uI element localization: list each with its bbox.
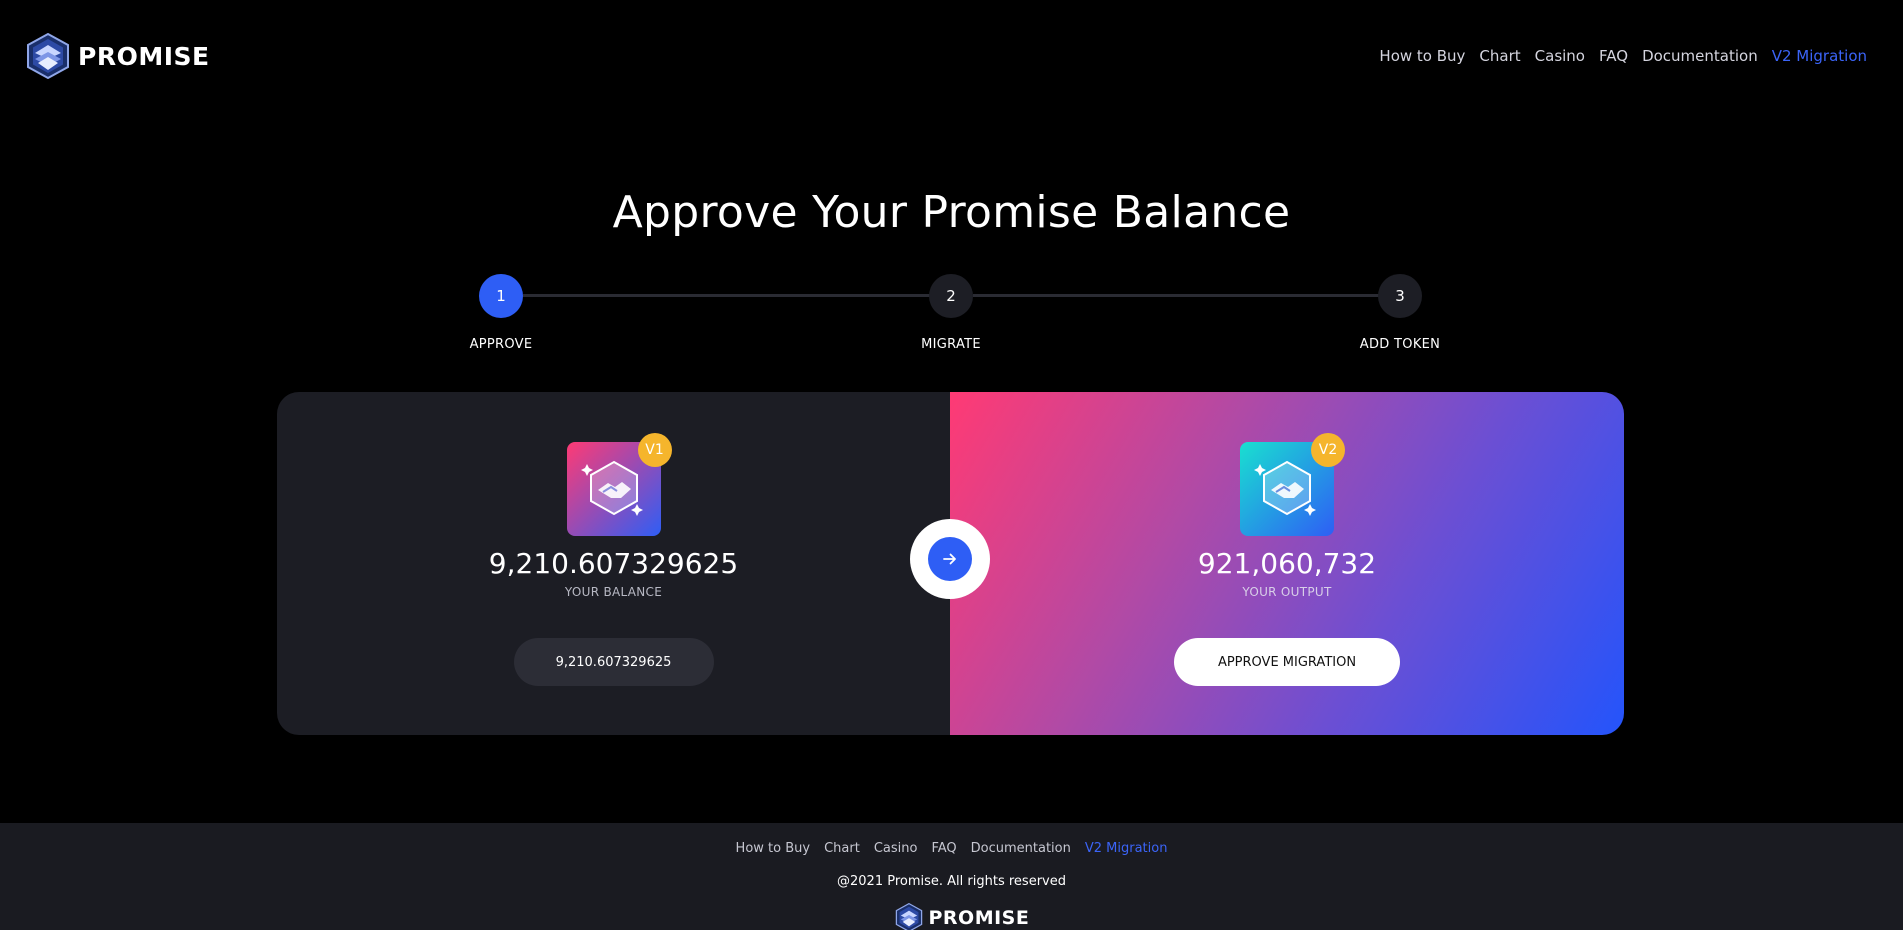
v1-token: V1 9,210.607329625 YOUR BALANCE 9,210.60…: [277, 392, 950, 735]
arrow-right-icon: [928, 537, 972, 581]
promise-logo-icon: [895, 903, 922, 930]
v1-balance-field: 9,210.607329625: [513, 638, 714, 686]
v1-balance-amount: 9,210.607329625: [488, 547, 739, 580]
brand-logo[interactable]: PROMISE: [26, 33, 210, 79]
v2-token-tile: V2: [1240, 433, 1345, 536]
nav-documentation[interactable]: Documentation: [1642, 47, 1758, 65]
footer-nav: How to Buy Chart Casino FAQ Documentatio…: [0, 841, 1903, 856]
step-number: 3: [1378, 274, 1422, 318]
footer-nav-documentation[interactable]: Documentation: [971, 841, 1071, 856]
step-label: APPROVE: [469, 337, 533, 352]
step-connector: [523, 294, 935, 297]
footer: How to Buy Chart Casino FAQ Documentatio…: [0, 823, 1903, 930]
step-label: MIGRATE: [921, 337, 981, 352]
step-add-token: 3 ADD TOKEN: [1330, 274, 1470, 352]
migration-arrow: [910, 519, 990, 599]
version-badge: V1: [637, 433, 672, 467]
step-connector: [973, 294, 1379, 297]
v2-output-label: YOUR OUTPUT: [1242, 585, 1332, 599]
step-number: 2: [929, 274, 973, 318]
page-title: Approve Your Promise Balance: [612, 187, 1291, 238]
v1-panel: V1 9,210.607329625 YOUR BALANCE 9,210.60…: [277, 392, 950, 735]
footer-nav-how-to-buy[interactable]: How to Buy: [736, 841, 811, 856]
step-label: ADD TOKEN: [1359, 337, 1441, 352]
copyright-text: @2021 Promise. All rights reserved: [837, 874, 1066, 889]
nav-faq[interactable]: FAQ: [1599, 47, 1628, 65]
promise-logo-icon: [27, 33, 69, 79]
step-approve: 1 APPROVE: [431, 274, 571, 352]
nav-how-to-buy[interactable]: How to Buy: [1379, 47, 1465, 65]
footer-nav-v2-migration[interactable]: V2 Migration: [1085, 841, 1168, 856]
handshake-token-icon: [1254, 460, 1316, 516]
footer-brand-name: PROMISE: [928, 906, 1030, 929]
handshake-token-icon: [580, 460, 643, 516]
footer-nav-casino[interactable]: Casino: [874, 841, 918, 856]
footer-nav-chart[interactable]: Chart: [824, 841, 860, 856]
migration-stepper: 1 APPROVE 2 MIGRATE 3 ADD TOKEN: [0, 274, 1903, 354]
v2-panel: V2 921,060,732 YOUR OUTPUT APPROVE MIGRA…: [950, 392, 1624, 735]
v2-output-amount: 921,060,732: [1197, 547, 1377, 580]
v1-token-tile: V1: [566, 433, 672, 536]
v1-balance-label: YOUR BALANCE: [564, 585, 663, 599]
version-badge: V2: [1311, 433, 1345, 467]
footer-brand-logo[interactable]: PROMISE: [895, 903, 1030, 930]
approve-migration-button[interactable]: APPROVE MIGRATION: [1174, 638, 1400, 686]
v2-token: V2 921,060,732 YOUR OUTPUT APPROVE MIGRA…: [950, 392, 1624, 735]
footer-nav-faq[interactable]: FAQ: [931, 841, 956, 856]
step-number: 1: [479, 274, 523, 318]
main-nav: How to Buy Chart Casino FAQ Documentatio…: [1379, 47, 1867, 65]
header: PROMISE How to Buy Chart Casino FAQ Docu…: [0, 0, 1903, 112]
nav-v2-migration[interactable]: V2 Migration: [1772, 47, 1867, 65]
nav-casino[interactable]: Casino: [1535, 47, 1585, 65]
step-migrate: 2 MIGRATE: [881, 274, 1021, 352]
brand-name: PROMISE: [78, 41, 210, 71]
nav-chart[interactable]: Chart: [1479, 47, 1520, 65]
